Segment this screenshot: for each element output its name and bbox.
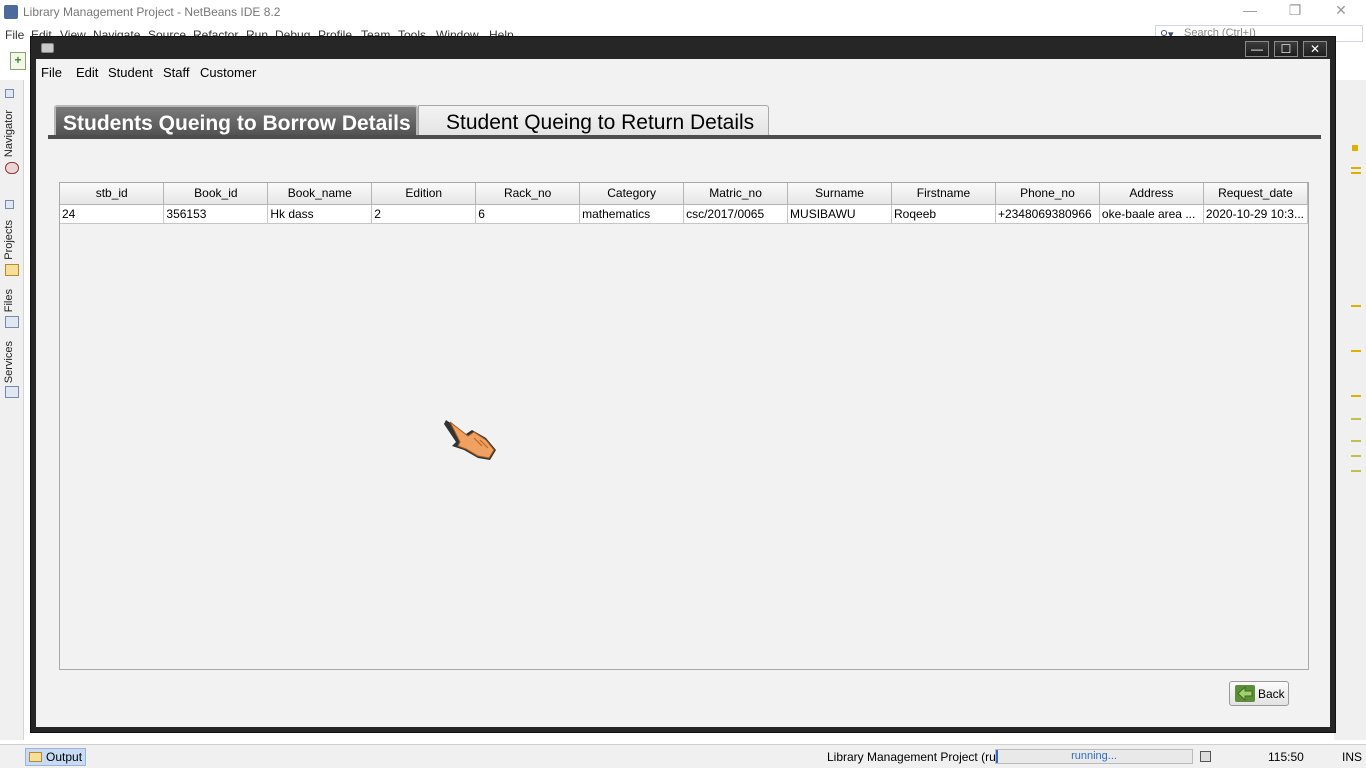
side-tab-services[interactable]: Services (3, 341, 15, 383)
column-header[interactable]: Firstname (891, 183, 996, 205)
app-maximize-button[interactable]: ☐ (1274, 41, 1298, 57)
error-stripe-marker (1351, 418, 1361, 420)
app-menu-file[interactable]: File (41, 65, 62, 80)
column-header[interactable]: Book_id (163, 183, 269, 205)
restore-window-icon[interactable] (5, 200, 14, 209)
table-cell[interactable]: csc/2017/0065 (683, 203, 789, 224)
close-icon[interactable]: ✕ (1331, 2, 1351, 19)
borrow-queue-table[interactable]: stb_id Book_id Book_name Edition Rack_no… (60, 183, 1309, 224)
column-header[interactable]: Surname (787, 183, 892, 205)
table-cell[interactable]: Roqeeb (891, 203, 996, 224)
column-header[interactable]: Book_name (267, 183, 373, 205)
error-stripe-marker (1351, 350, 1361, 352)
error-stripe-marker (1352, 145, 1358, 151)
back-button[interactable]: Back (1229, 681, 1289, 706)
side-tab-navigator[interactable]: Navigator (3, 110, 15, 157)
progress-text: running... (1071, 750, 1117, 762)
files-icon (5, 316, 19, 328)
ide-menu-file[interactable]: File (5, 28, 24, 42)
library-app-window: — ☐ ✕ File Edit Student Staff Customer S… (30, 36, 1336, 733)
java-cup-icon (41, 43, 54, 53)
column-header[interactable]: Category (579, 183, 685, 205)
projects-icon (5, 264, 19, 276)
error-stripe-marker (1351, 172, 1361, 174)
column-header[interactable]: Request_date (1202, 183, 1309, 205)
ide-status-bar: Output Library Management Project (run) … (0, 744, 1366, 768)
table-cell[interactable]: Hk dass (267, 203, 373, 224)
services-icon (5, 386, 19, 398)
ide-title-bar: Library Management Project - NetBeans ID… (0, 0, 1366, 24)
table-header-row: stb_id Book_id Book_name Edition Rack_no… (60, 183, 1309, 205)
app-minimize-button[interactable]: — (1245, 41, 1269, 57)
navigator-icon (5, 162, 19, 174)
table-cell[interactable]: MUSIBAWU (787, 203, 892, 224)
output-icon (29, 752, 42, 762)
right-side-panel (1334, 80, 1366, 740)
run-progress-bar[interactable]: running... (995, 749, 1193, 764)
left-side-panel: Navigator Projects Files Services (0, 80, 24, 740)
borrow-queue-table-panel[interactable]: stb_id Book_id Book_name Edition Rack_no… (59, 182, 1309, 670)
tab-return-queue[interactable]: Student Queing to Return Details (418, 105, 769, 139)
output-tab[interactable]: Output (25, 748, 86, 766)
column-header[interactable]: Edition (371, 183, 477, 205)
side-tab-files[interactable]: Files (3, 289, 15, 312)
app-menu-bar: File Edit Student Staff Customer (36, 59, 1330, 85)
run-status-label: Library Management Project (run) (827, 750, 1007, 764)
app-menu-staff[interactable]: Staff (163, 65, 190, 80)
app-menu-customer[interactable]: Customer (200, 65, 256, 80)
error-stripe-marker (1351, 470, 1361, 472)
table-cell[interactable]: 356153 (163, 203, 269, 224)
app-content-pane: File Edit Student Staff Customer Student… (36, 59, 1330, 727)
minimize-icon[interactable]: — (1240, 2, 1260, 18)
error-stripe-marker (1351, 440, 1361, 442)
hand-pointer-cursor-icon (444, 420, 496, 460)
table-cell[interactable]: 2 (371, 203, 477, 224)
restore-icon[interactable]: ❐ (1285, 2, 1305, 19)
table-cell[interactable]: 2020-10-29 10:3... (1202, 203, 1309, 224)
tab-divider (48, 135, 1321, 139)
ide-window-title: Library Management Project - NetBeans ID… (23, 5, 281, 19)
error-stripe-marker (1351, 305, 1361, 307)
error-stripe-marker (1351, 395, 1361, 397)
restore-window-icon[interactable] (5, 89, 14, 98)
back-arrow-icon (1235, 685, 1255, 702)
column-header[interactable]: Matric_no (683, 183, 789, 205)
insert-mode: INS (1342, 750, 1363, 764)
app-menu-student[interactable]: Student (108, 65, 153, 80)
table-cell[interactable]: +2348069380966 (994, 203, 1100, 224)
error-stripe-marker (1351, 167, 1361, 169)
table-row[interactable]: 24 356153 Hk dass 2 6 mathematics csc/20… (60, 203, 1309, 224)
table-cell[interactable]: 24 (60, 203, 165, 224)
tab-borrow-queue[interactable]: Students Queing to Borrow Details (54, 105, 418, 139)
side-tab-projects[interactable]: Projects (3, 220, 15, 260)
app-close-button[interactable]: ✕ (1303, 41, 1327, 57)
new-file-icon[interactable]: + (10, 52, 26, 70)
back-button-label: Back (1258, 687, 1285, 701)
app-menu-edit[interactable]: Edit (76, 65, 98, 80)
netbeans-icon (4, 5, 18, 19)
output-tab-label: Output (46, 750, 83, 764)
column-header[interactable]: Phone_no (994, 183, 1100, 205)
table-cell[interactable]: 6 (475, 203, 581, 224)
notifications-icon[interactable] (1200, 751, 1211, 762)
table-cell[interactable]: oke-baale area ... (1098, 203, 1204, 224)
table-cell[interactable]: mathematics (579, 203, 685, 224)
column-header[interactable]: Address (1098, 183, 1204, 205)
caret-position: 115:50 (1268, 750, 1304, 764)
column-header[interactable]: Rack_no (475, 183, 581, 205)
column-header[interactable]: stb_id (60, 183, 165, 205)
error-stripe-marker (1351, 455, 1361, 457)
